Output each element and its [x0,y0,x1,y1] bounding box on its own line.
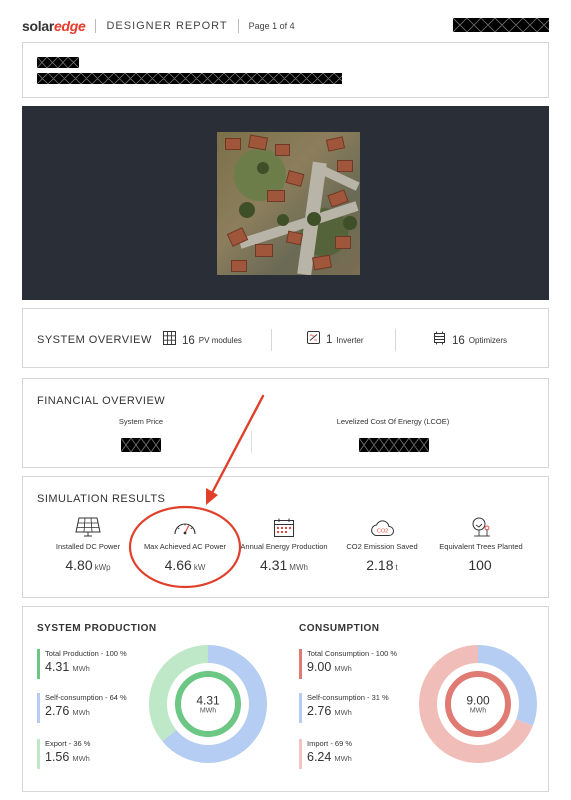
trees-value: 100 [468,557,492,573]
redacted-block [121,438,161,452]
redacted-block [37,73,342,84]
legend-self-consumption: Self-consumption - 31 % 2.76 MWh [299,693,389,723]
inverter-stat: 1 Inverter [307,331,364,349]
site-address-card [22,42,549,98]
header-divider [237,19,239,33]
gauge-icon [130,513,240,537]
pv-grid-icon [163,331,176,350]
section-title: FINANCIAL OVERVIEW [37,395,166,407]
max-ac-value: 4.66 [164,557,192,573]
financial-overview-card: FINANCIAL OVERVIEW System Price Levelize… [22,378,549,468]
legend-swatch [37,693,40,723]
legend-swatch [37,739,40,769]
simulation-results-card: SIMULATION RESULTS Installed DC Power 4.… [22,476,549,598]
optimizers-count: 16 [452,334,465,347]
solar-panel-icon [33,513,143,537]
optimizers-label: Optimizers [468,336,508,345]
max-ac-power: Max Achieved AC Power 4.66 kW [130,513,240,573]
inverter-icon [307,331,320,349]
legend-swatch [299,693,302,723]
calendar-icon [229,513,339,537]
section-title: SIMULATION RESULTS [37,493,166,505]
equivalent-trees-planted: Equivalent Trees Planted 100 [426,513,536,573]
optimizers-stat: 16 Optimizers [433,331,507,350]
consumption-donut-chart: 9.00 MWh [419,645,537,763]
satellite-image [217,132,360,275]
co2-emission-saved: CO2 CO2 Emission Saved 2.18 t [327,513,437,573]
donut-center-label: 9.00 MWh [466,693,490,715]
legend-swatch [299,739,302,769]
page-indicator: Page 1 of 4 [248,21,295,31]
pv-modules-label: PV modules [198,336,242,345]
report-title: DESIGNER REPORT [106,20,228,32]
co2-cloud-icon: CO2 [327,513,437,537]
annual-energy-production: Annual Energy Production 4.31 MWh [229,513,339,573]
lcoe-label: Levelized Cost Of Energy (LCOE) [336,417,450,426]
installed-dc-value: 4.80 [65,557,93,573]
system-price-label: System Price [118,417,164,426]
site-map-panel [22,106,549,300]
inverter-label: Inverter [336,335,364,345]
trees-icon [426,513,536,537]
legend-import: Import - 69 % 6.24 MWh [299,739,352,769]
co2-value: 2.18 [366,557,394,573]
legend-self-consumption: Self-consumption - 64 % 2.76 MWh [37,693,127,723]
pv-modules-stat: 16 PV modules [163,331,242,350]
legend-swatch [37,649,40,679]
divider [251,431,252,453]
production-donut-chart: 4.31 MWh [149,645,267,763]
inverter-count: 1 [326,334,333,346]
system-production-title: SYSTEM PRODUCTION [37,623,157,634]
divider [271,329,272,351]
legend-total-consumption: Total Consumption - 100 % 9.00 MWh [299,649,397,679]
legend-export: Export - 36 % 1.56 MWh [37,739,90,769]
report-header: solaredge DESIGNER REPORT Page 1 of 4 [22,14,549,38]
system-overview-card: SYSTEM OVERVIEW 16 PV modules 1 Inverter… [22,308,549,368]
svg-text:CO2: CO2 [377,529,388,535]
production-consumption-card: SYSTEM PRODUCTION CONSUMPTION Total Prod… [22,606,549,792]
section-title: SYSTEM OVERVIEW [37,334,152,346]
redacted-block [359,438,429,452]
optimizer-icon [433,331,446,350]
redacted-block [37,57,79,68]
donut-center-label: 4.31 MWh [196,693,220,715]
pv-modules-count: 16 [182,334,195,347]
header-divider [95,19,97,33]
consumption-title: CONSUMPTION [299,623,380,634]
installed-dc-power: Installed DC Power 4.80 kWp [33,513,143,573]
solaredge-logo: solaredge [22,18,86,34]
legend-swatch [299,649,302,679]
redacted-block [453,18,549,32]
divider [395,329,396,351]
legend-total-production: Total Production - 100 % 4.31 MWh [37,649,127,679]
annual-energy-value: 4.31 [260,557,288,573]
